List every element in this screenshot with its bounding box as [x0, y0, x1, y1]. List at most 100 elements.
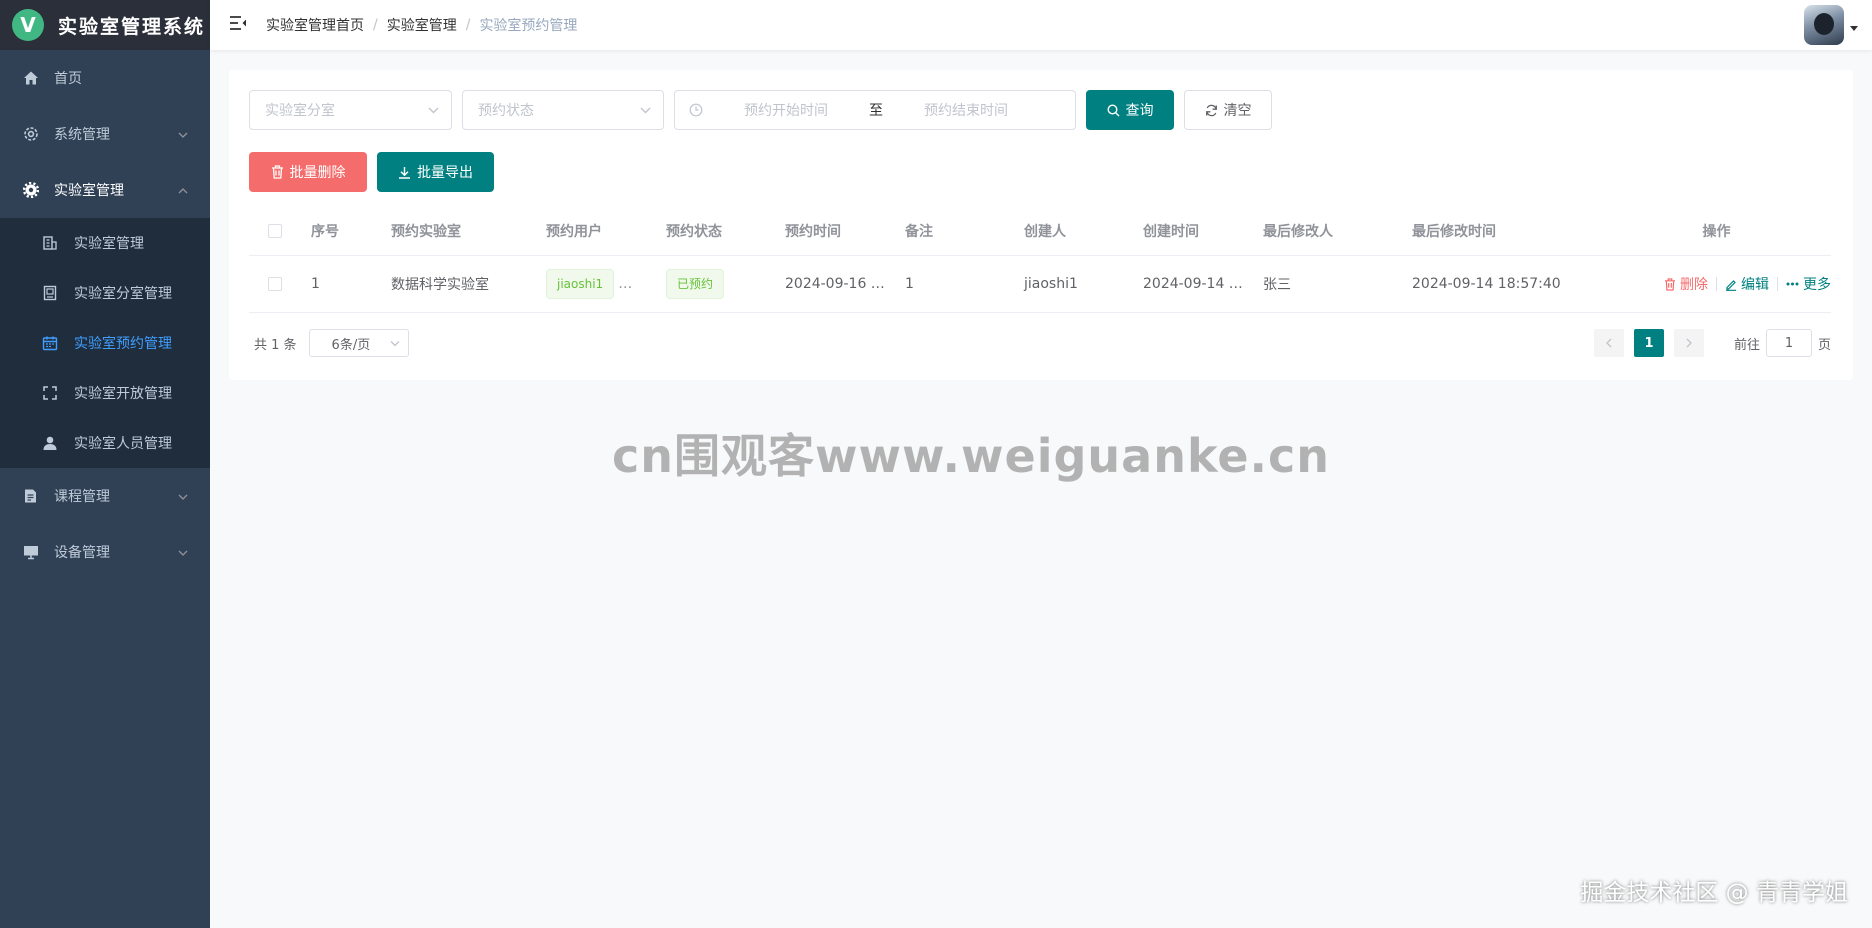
date-range-picker[interactable]: 预约开始时间 至 预约结束时间 — [674, 90, 1076, 130]
column-header: 创建人 — [1024, 223, 1066, 240]
more-dots-icon — [1786, 282, 1799, 286]
sidebar-item-home[interactable]: 首页 — [0, 50, 210, 106]
sidebar-item-lab[interactable]: 实验室管理 — [0, 162, 210, 218]
breadcrumb-item-home[interactable]: 实验室管理首页 — [266, 15, 364, 35]
sidebar-item-label: 实验室开放管理 — [74, 386, 172, 402]
chevron-down-icon — [178, 544, 188, 560]
batch-export-label: 批量导出 — [417, 165, 473, 181]
booking-table: 序号 预约实验室 预约用户 预约状态 预约时间 备注 创建人 创建时间 最后修改… — [249, 206, 1831, 313]
sidebar-item-lab-open[interactable]: 实验室开放管理 — [0, 368, 210, 418]
edit-label: 编辑 — [1741, 277, 1769, 293]
column-header: 创建时间 — [1143, 223, 1199, 240]
select-all-checkbox-cell[interactable] — [249, 223, 301, 238]
app-title: 实验室管理系统 — [58, 15, 206, 38]
column-header: 预约用户 — [546, 223, 602, 240]
sidebar-item-label: 系统管理 — [54, 127, 110, 143]
cell-operations: 删除 编辑 更多 — [1592, 274, 1831, 294]
chevron-down-icon — [428, 102, 439, 118]
breadcrumb-separator: / — [373, 17, 378, 33]
status-badge: 已预约 — [666, 269, 725, 299]
page-number-current[interactable]: 1 — [1633, 329, 1664, 357]
row-checkbox[interactable] — [268, 277, 282, 291]
select-all-checkbox[interactable] — [268, 223, 282, 238]
more-label: 更多 — [1803, 277, 1831, 293]
end-date-input[interactable]: 预约结束时间 — [891, 100, 1041, 120]
sidebar-item-label: 课程管理 — [54, 489, 110, 505]
sidebar-item-label: 实验室分室管理 — [74, 286, 172, 302]
batch-delete-button[interactable]: 批量删除 — [249, 152, 367, 192]
trash-icon — [1664, 277, 1676, 291]
next-page-button[interactable] — [1673, 329, 1704, 357]
cell-lab: 数据科学实验室 — [391, 277, 489, 293]
column-header: 预约实验室 — [391, 223, 461, 240]
breadcrumb-item-current: 实验室预约管理 — [479, 18, 578, 34]
batch-delete-label: 批量删除 — [289, 165, 346, 181]
avatar[interactable] — [1804, 5, 1844, 45]
batch-export-button[interactable]: 批量导出 — [377, 152, 494, 192]
user-tag: jiaoshi1 — [546, 269, 615, 299]
more-button[interactable]: 更多 — [1786, 274, 1831, 294]
refresh-icon — [1205, 104, 1218, 117]
column-header: 操作 — [1702, 223, 1731, 240]
sidebar-item-system[interactable]: 系统管理 — [0, 106, 210, 162]
sidebar-item-lab-staff[interactable]: 实验室人员管理 — [0, 418, 210, 468]
goto-suffix: 页 — [1817, 337, 1831, 353]
search-icon — [1106, 103, 1120, 117]
sidebar-toggle-button[interactable] — [210, 0, 266, 50]
sidebar-item-lab-booking[interactable]: 实验室预约管理 — [0, 318, 210, 368]
sidebar-item-label: 首页 — [54, 71, 82, 87]
chevron-right-icon — [1686, 338, 1692, 348]
sidebar-item-lab-manage[interactable]: 实验室管理 — [0, 218, 210, 268]
column-header: 最后修改人 — [1263, 223, 1333, 240]
app-logo[interactable]: V 实验室管理系统 — [0, 0, 210, 50]
user-menu[interactable] — [1804, 5, 1858, 45]
row-checkbox-cell[interactable] — [249, 277, 301, 291]
column-header: 序号 — [311, 223, 339, 240]
download-icon — [398, 166, 411, 179]
edit-icon — [1725, 278, 1737, 291]
room-select-placeholder: 实验室分室 — [265, 103, 335, 119]
prev-page-button[interactable] — [1593, 329, 1624, 357]
column-header: 预约状态 — [666, 223, 722, 240]
lab-submenu: 实验室管理 实验室分室管理 实验室预约管理 实验室开放管理 实验室人员管理 — [0, 218, 210, 468]
table-row[interactable]: 1 数据科学实验室 jiaoshi1… 已预约 2024-09-16 … 1 j… — [249, 256, 1831, 313]
credit-text: 掘金技术社区 @ 青青学姐 — [1580, 880, 1848, 906]
status-select[interactable]: 预约状态 — [462, 90, 664, 130]
building-icon — [42, 235, 58, 251]
breadcrumb-item-lab[interactable]: 实验室管理 — [387, 15, 457, 35]
column-header: 备注 — [905, 223, 933, 240]
sidebar-item-label: 实验室预约管理 — [74, 336, 172, 352]
edit-button[interactable]: 编辑 — [1725, 274, 1769, 294]
sidebar-item-device[interactable]: 设备管理 — [0, 524, 210, 580]
page-size-select[interactable]: 6条/页 — [308, 329, 409, 357]
sidebar-item-label: 设备管理 — [54, 545, 110, 561]
chevron-down-icon — [178, 488, 188, 504]
sidebar-item-label: 实验室人员管理 — [74, 436, 172, 452]
search-form: 实验室分室 预约状态 预约开始时间 至 预约结束时间 查询 清空 — [249, 90, 1272, 130]
sidebar-item-course[interactable]: 课程管理 — [0, 468, 210, 524]
home-icon — [22, 69, 40, 87]
clear-button[interactable]: 清空 — [1184, 90, 1272, 130]
delete-button[interactable]: 删除 — [1664, 274, 1708, 294]
sidebar-item-lab-room[interactable]: 实验室分室管理 — [0, 268, 210, 318]
vue-logo-icon: V — [12, 9, 44, 41]
chevron-down-icon — [390, 336, 400, 351]
divider — [1716, 277, 1717, 291]
clock-icon — [681, 103, 711, 117]
fullscreen-icon — [42, 385, 58, 401]
query-button[interactable]: 查询 — [1086, 90, 1174, 130]
cog-icon — [22, 181, 40, 199]
chevron-down-icon — [178, 126, 188, 142]
room-select[interactable]: 实验室分室 — [249, 90, 452, 130]
calendar-icon — [42, 335, 58, 351]
pagination-total: 共 1 条 — [254, 337, 297, 353]
goto-page-input[interactable]: 1 — [1765, 329, 1812, 357]
cell-creator: jiaoshi1 — [1024, 276, 1078, 292]
start-date-input[interactable]: 预约开始时间 — [711, 100, 861, 120]
delete-label: 删除 — [1680, 277, 1708, 293]
breadcrumb-separator: / — [465, 17, 471, 33]
clear-button-label: 清空 — [1223, 103, 1252, 119]
cell-modified: 2024-09-14 18:57:40 — [1412, 276, 1561, 292]
user-more-ellipsis: … — [618, 276, 633, 292]
top-navbar: 实验室管理首页 / 实验室管理 / 实验室预约管理 — [210, 0, 1872, 50]
